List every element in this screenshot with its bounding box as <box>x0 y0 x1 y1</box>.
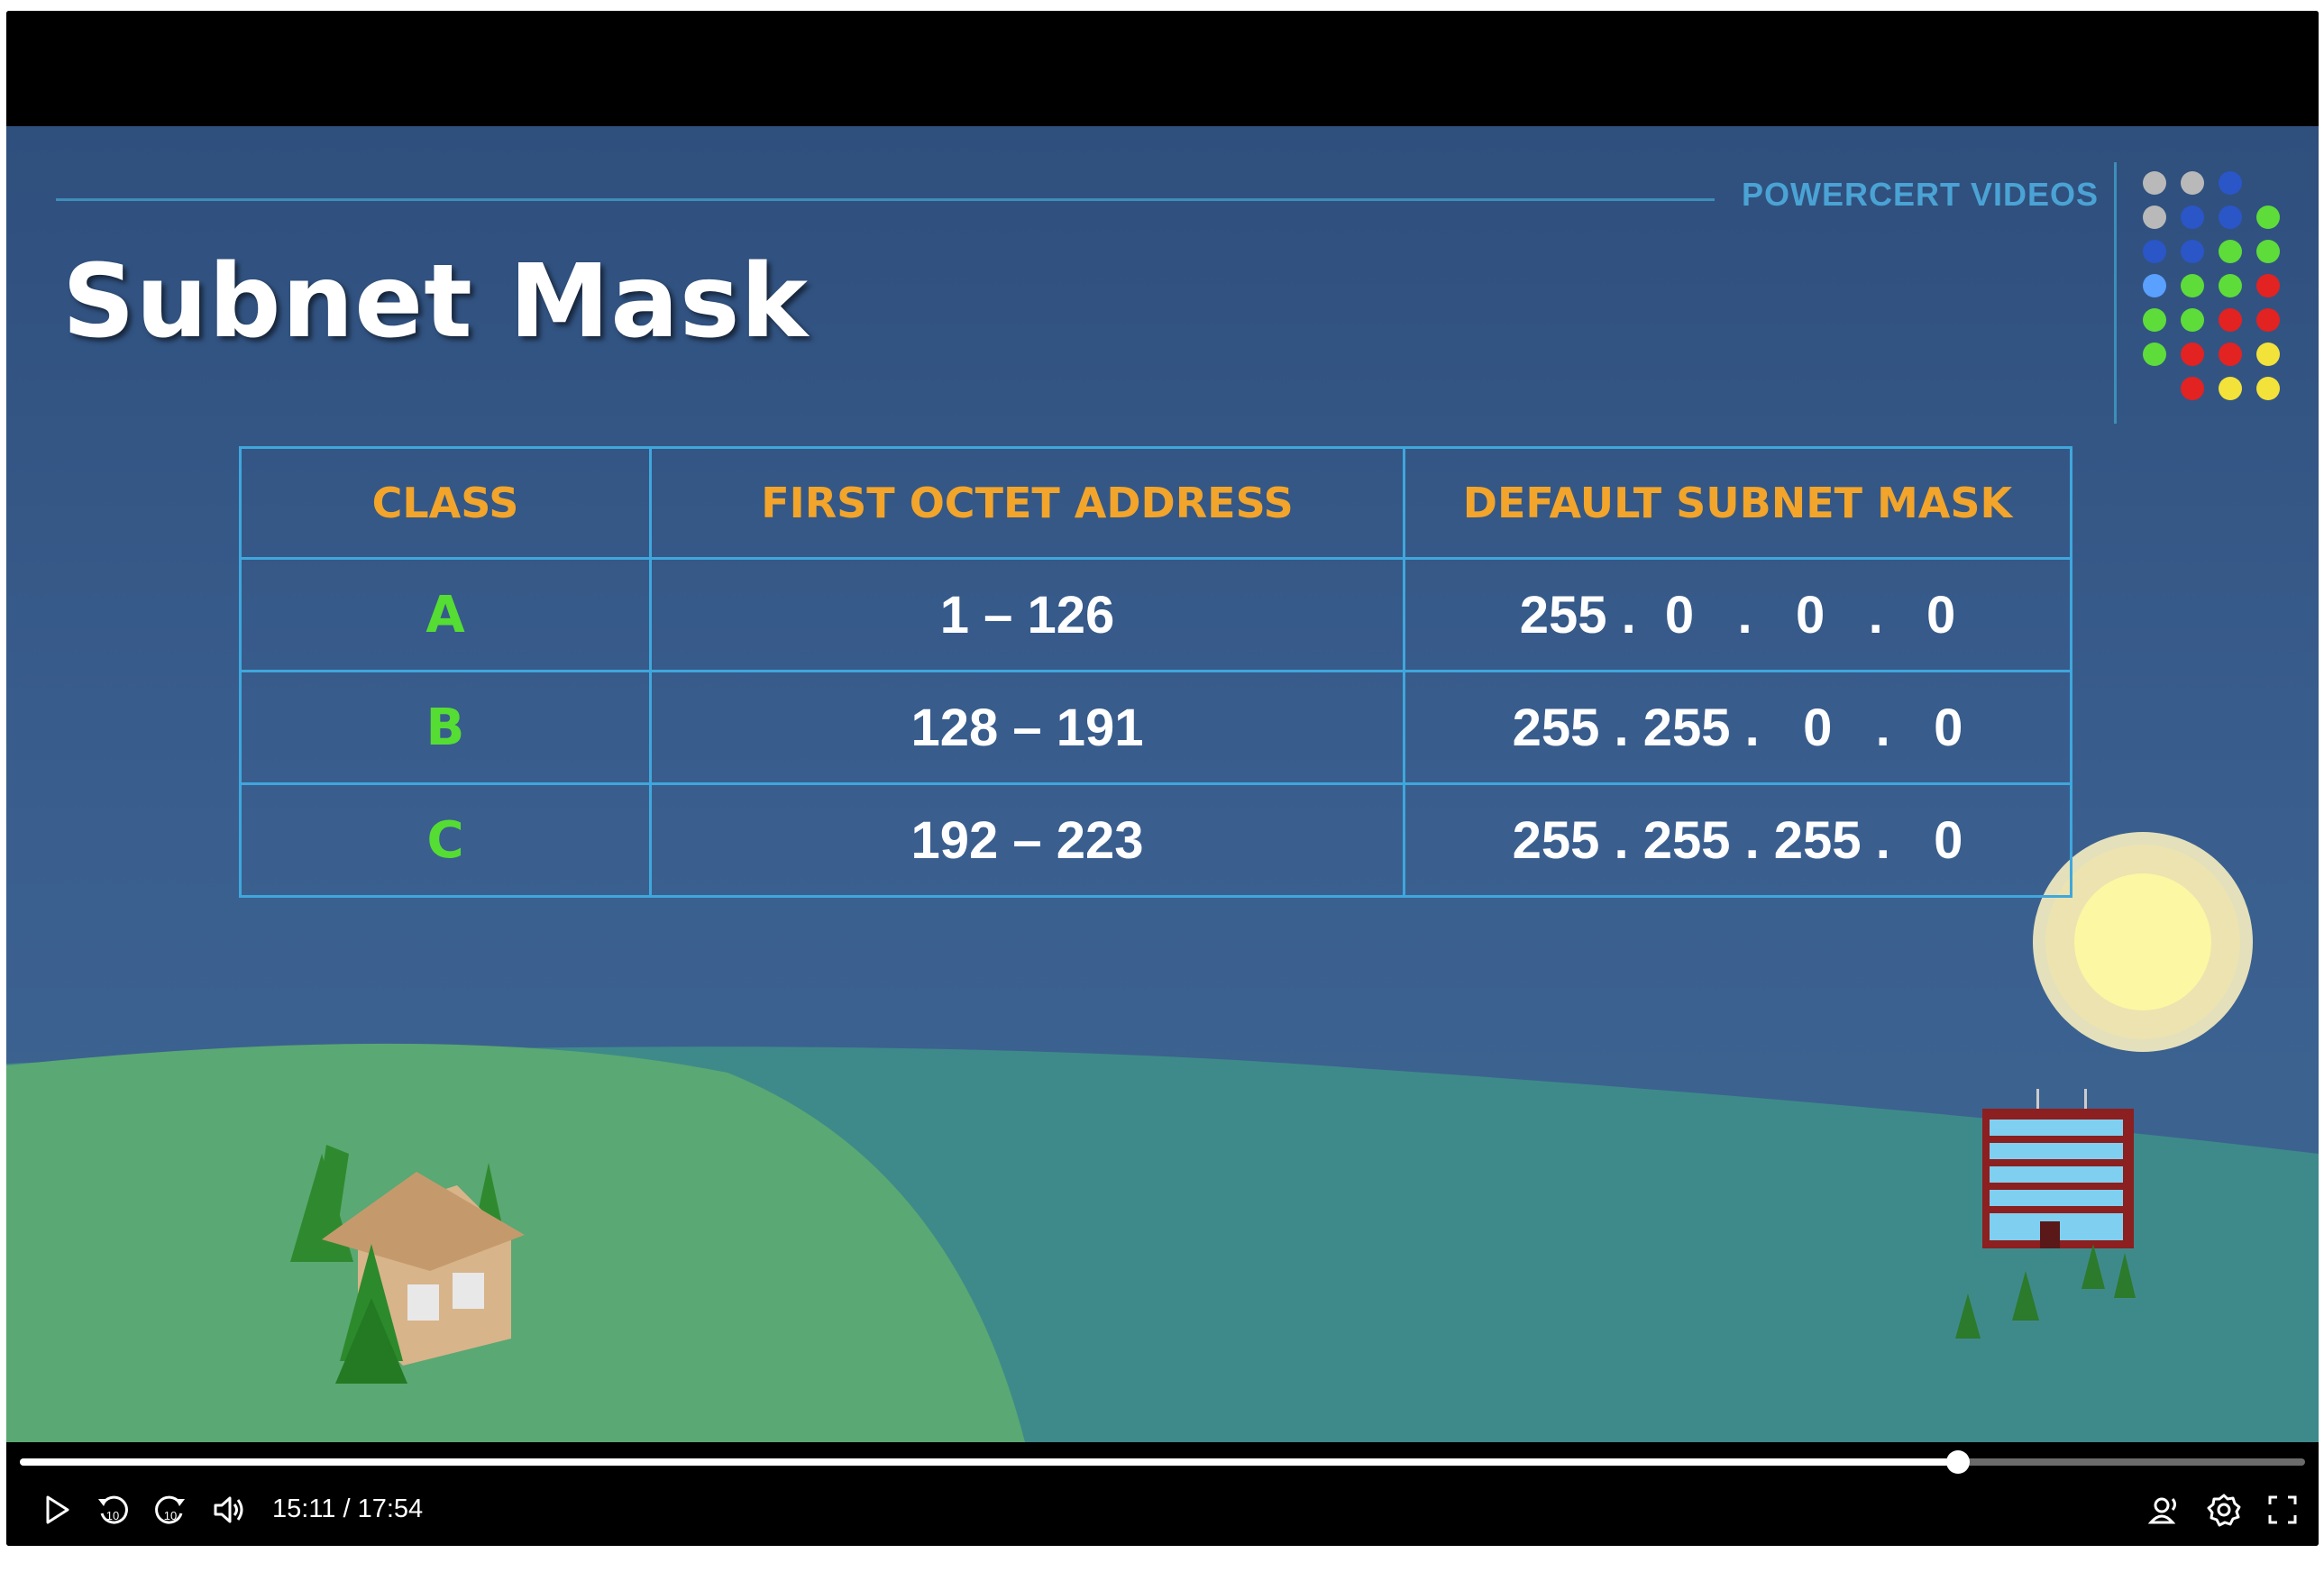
range-cell: 1 – 126 <box>649 557 1405 672</box>
class-cell: B <box>239 670 652 785</box>
table-row: A 1 – 126 255 . 0 . 0 . 0 <box>239 557 2072 672</box>
column-header-class: CLASS <box>239 446 652 560</box>
logo-dot <box>2143 274 2166 297</box>
logo-dot <box>2219 308 2242 332</box>
mask-cell: 255 . 0 . 0 . 0 <box>1403 557 2072 672</box>
rewind-10-button[interactable]: 10 <box>90 1487 135 1532</box>
logo-dot <box>2181 171 2204 195</box>
logo-dot <box>2181 377 2204 400</box>
video-frame[interactable]: POWERCERT VIDEOS Subnet Mask CLASS FIRST… <box>6 126 2319 1442</box>
logo-dot <box>2219 206 2242 229</box>
logo-dot <box>2143 240 2166 263</box>
logo-dot <box>2256 377 2280 400</box>
slide-title: Subnet Mask <box>62 243 809 361</box>
logo-dot <box>2256 240 2280 263</box>
column-header-first-octet: FIRST OCTET ADDRESS <box>649 446 1405 560</box>
letterbox-top <box>6 11 2319 126</box>
volume-button[interactable] <box>206 1487 252 1532</box>
logo-dot <box>2181 240 2204 263</box>
logo-dot <box>2143 308 2166 332</box>
logo-dot <box>2143 171 2166 195</box>
logo-dot <box>2143 343 2166 366</box>
settings-button[interactable] <box>2201 1487 2246 1532</box>
audio-description-icon <box>2147 1497 2176 1524</box>
forward-10-icon: 10 <box>155 1495 185 1524</box>
forward-seconds-label: 10 <box>164 1509 177 1522</box>
brand-label: POWERCERT VIDEOS <box>1742 176 2100 213</box>
logo-dot <box>2181 206 2204 229</box>
forward-10-button[interactable]: 10 <box>148 1487 193 1532</box>
logo-dot <box>2181 308 2204 332</box>
range-cell: 128 – 191 <box>649 670 1405 785</box>
logo-dot <box>2219 274 2242 297</box>
table-row: C 192 – 223 255 . 255 . 255 . 0 <box>239 782 2072 898</box>
column-header-subnet-mask: DEFAULT SUBNET MASK <box>1403 446 2072 560</box>
logo-dot <box>2181 343 2204 366</box>
logo-dot <box>2219 343 2242 366</box>
rewind-seconds-label: 10 <box>106 1509 119 1522</box>
range-cell: 192 – 223 <box>649 782 1405 898</box>
seek-bar-played <box>20 1458 1958 1466</box>
brand-dot-grid-logo <box>2143 171 2280 400</box>
logo-dot <box>2143 206 2166 229</box>
rewind-10-icon: 10 <box>98 1495 128 1524</box>
logo-dot <box>2181 274 2204 297</box>
table-row: B 128 – 191 255 . 255 . 0 . 0 <box>239 670 2072 785</box>
time-display: 15:11 / 17:54 <box>272 1494 424 1523</box>
play-button[interactable] <box>33 1487 78 1532</box>
logo-dot <box>2256 308 2280 332</box>
logo-dot <box>2219 240 2242 263</box>
seek-handle[interactable] <box>1945 1450 1970 1474</box>
mask-cell: 255 . 255 . 0 . 0 <box>1403 670 2072 785</box>
player-controls-bar: 10 10 15:11 / 17:54 <box>6 1442 2319 1546</box>
settings-gear-icon <box>2207 1494 2241 1527</box>
logo-dot <box>2219 377 2242 400</box>
audio-description-button[interactable] <box>2143 1487 2188 1532</box>
volume-icon <box>214 1496 243 1523</box>
play-icon <box>46 1495 69 1524</box>
logo-dot <box>2256 274 2280 297</box>
class-cell: A <box>239 557 652 672</box>
logo-dot <box>2256 343 2280 366</box>
mask-cell: 255 . 255 . 255 . 0 <box>1403 782 2072 898</box>
seek-bar[interactable] <box>20 1450 2305 1474</box>
fullscreen-icon <box>2268 1495 2297 1524</box>
logo-dot <box>2219 171 2242 195</box>
subnet-mask-table: CLASS FIRST OCTET ADDRESS DEFAULT SUBNET… <box>239 446 2072 898</box>
header-rule <box>56 198 1715 201</box>
table-header-row: CLASS FIRST OCTET ADDRESS DEFAULT SUBNET… <box>239 446 2072 560</box>
class-cell: C <box>239 782 652 898</box>
brand-divider <box>2114 162 2117 424</box>
video-player[interactable]: POWERCERT VIDEOS Subnet Mask CLASS FIRST… <box>6 11 2319 1546</box>
fullscreen-button[interactable] <box>2260 1487 2305 1532</box>
logo-dot <box>2256 206 2280 229</box>
